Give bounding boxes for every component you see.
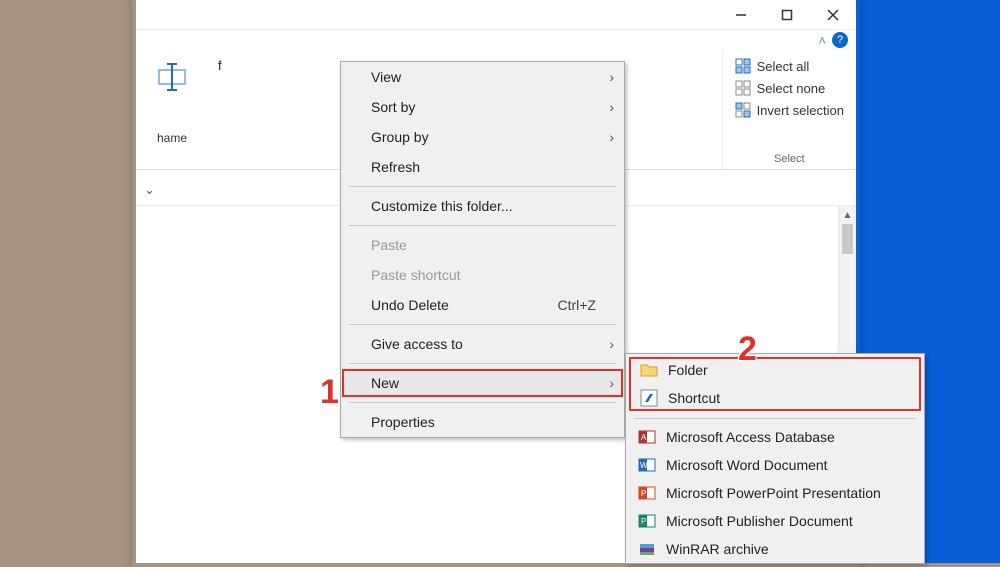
- submenu-publisher-label: Microsoft Publisher Document: [666, 513, 853, 529]
- menu-separator: [349, 402, 616, 403]
- rename-icon[interactable]: [156, 58, 188, 96]
- annotation-marker-1: 1: [320, 373, 339, 412]
- menu-view-label: View: [371, 69, 401, 85]
- submenu-shortcut[interactable]: Shortcut: [628, 384, 922, 412]
- select-all-button[interactable]: Select all: [735, 58, 844, 74]
- menu-separator: [349, 324, 616, 325]
- scroll-thumb[interactable]: [842, 224, 853, 254]
- menu-customize-folder[interactable]: Customize this folder...: [341, 191, 624, 221]
- help-row: ˄ ?: [136, 30, 856, 50]
- menu-refresh-label: Refresh: [371, 159, 420, 175]
- select-all-icon: [735, 58, 751, 74]
- nav-chevron-down-icon[interactable]: ⌄: [144, 182, 155, 198]
- menu-give-access-to[interactable]: Give access to ›: [341, 329, 624, 359]
- annotation-marker-2: 2: [738, 330, 757, 369]
- menu-paste-label: Paste: [371, 237, 407, 253]
- access-icon: A: [638, 428, 656, 446]
- menu-undo-delete[interactable]: Undo Delete Ctrl+Z: [341, 290, 624, 320]
- maximize-button[interactable]: [764, 0, 810, 30]
- shortcut-icon: [640, 389, 658, 407]
- menu-properties-label: Properties: [371, 414, 435, 430]
- publisher-icon: P: [638, 512, 656, 530]
- ribbon-rename-group: hame: [136, 50, 208, 169]
- submenu-arrow-icon: ›: [609, 69, 614, 85]
- submenu-ppt-label: Microsoft PowerPoint Presentation: [666, 485, 881, 501]
- menu-group-by[interactable]: Group by ›: [341, 122, 624, 152]
- menu-customize-label: Customize this folder...: [371, 198, 513, 214]
- submenu-access-db[interactable]: A Microsoft Access Database: [626, 423, 924, 451]
- menu-new[interactable]: New ›: [341, 368, 624, 398]
- svg-text:P: P: [641, 517, 646, 526]
- folder-icon: [640, 361, 658, 379]
- select-none-icon: [735, 80, 751, 96]
- help-icon[interactable]: ?: [832, 32, 848, 48]
- menu-paste: Paste: [341, 230, 624, 260]
- winrar-icon: [638, 540, 656, 558]
- svg-text:W: W: [640, 461, 648, 470]
- submenu-shortcut-label: Shortcut: [668, 390, 720, 406]
- menu-new-label: New: [371, 375, 399, 391]
- submenu-powerpoint[interactable]: P Microsoft PowerPoint Presentation: [626, 479, 924, 507]
- menu-separator: [349, 363, 616, 364]
- ribbon-collapse-chevron-icon[interactable]: ˄: [818, 33, 826, 48]
- titlebar: [136, 0, 856, 30]
- menu-undo-keybind: Ctrl+Z: [558, 297, 597, 313]
- submenu-access-label: Microsoft Access Database: [666, 429, 835, 445]
- menu-refresh[interactable]: Refresh: [341, 152, 624, 182]
- ribbon-select-group: Select all Select none Invert selection …: [723, 50, 856, 169]
- menu-paste-shortcut: Paste shortcut: [341, 260, 624, 290]
- svg-text:A: A: [641, 433, 647, 442]
- menu-separator: [349, 186, 616, 187]
- submenu-word-label: Microsoft Word Document: [666, 457, 828, 473]
- new-submenu: Folder Shortcut A Microsoft Access Datab…: [625, 353, 925, 564]
- select-all-label: Select all: [757, 59, 810, 74]
- menu-separator: [349, 225, 616, 226]
- menu-properties[interactable]: Properties: [341, 407, 624, 437]
- submenu-winrar[interactable]: WinRAR archive: [626, 535, 924, 563]
- minimize-button[interactable]: [718, 0, 764, 30]
- submenu-folder-label: Folder: [668, 362, 708, 378]
- submenu-highlight-box: Folder Shortcut: [628, 356, 922, 412]
- submenu-arrow-icon: ›: [609, 375, 614, 391]
- invert-selection-label: Invert selection: [757, 103, 844, 118]
- submenu-publisher[interactable]: P Microsoft Publisher Document: [626, 507, 924, 535]
- invert-selection-icon: [735, 102, 751, 118]
- menu-sort-by-label: Sort by: [371, 99, 415, 115]
- select-none-label: Select none: [757, 81, 826, 96]
- invert-selection-button[interactable]: Invert selection: [735, 102, 844, 118]
- submenu-arrow-icon: ›: [609, 129, 614, 145]
- submenu-arrow-icon: ›: [609, 99, 614, 115]
- svg-text:P: P: [641, 489, 646, 498]
- scroll-up-arrow-icon[interactable]: ▲: [839, 206, 856, 224]
- submenu-word-doc[interactable]: W Microsoft Word Document: [626, 451, 924, 479]
- close-button[interactable]: [810, 0, 856, 30]
- submenu-arrow-icon: ›: [609, 336, 614, 352]
- select-none-button[interactable]: Select none: [735, 80, 844, 96]
- powerpoint-icon: P: [638, 484, 656, 502]
- submenu-folder[interactable]: Folder: [628, 356, 922, 384]
- menu-give-access-label: Give access to: [371, 336, 463, 352]
- word-icon: W: [638, 456, 656, 474]
- ribbon-select-group-label: Select: [735, 149, 844, 165]
- menu-view[interactable]: View ›: [341, 62, 624, 92]
- menu-group-by-label: Group by: [371, 129, 429, 145]
- submenu-winrar-label: WinRAR archive: [666, 541, 769, 557]
- context-menu: View › Sort by › Group by › Refresh Customi…: [340, 61, 625, 438]
- ribbon-rename-label: hame: [157, 131, 187, 145]
- menu-separator: [634, 418, 916, 419]
- menu-sort-by[interactable]: Sort by ›: [341, 92, 624, 122]
- menu-undo-delete-label: Undo Delete: [371, 297, 449, 313]
- menu-paste-shortcut-label: Paste shortcut: [371, 267, 461, 283]
